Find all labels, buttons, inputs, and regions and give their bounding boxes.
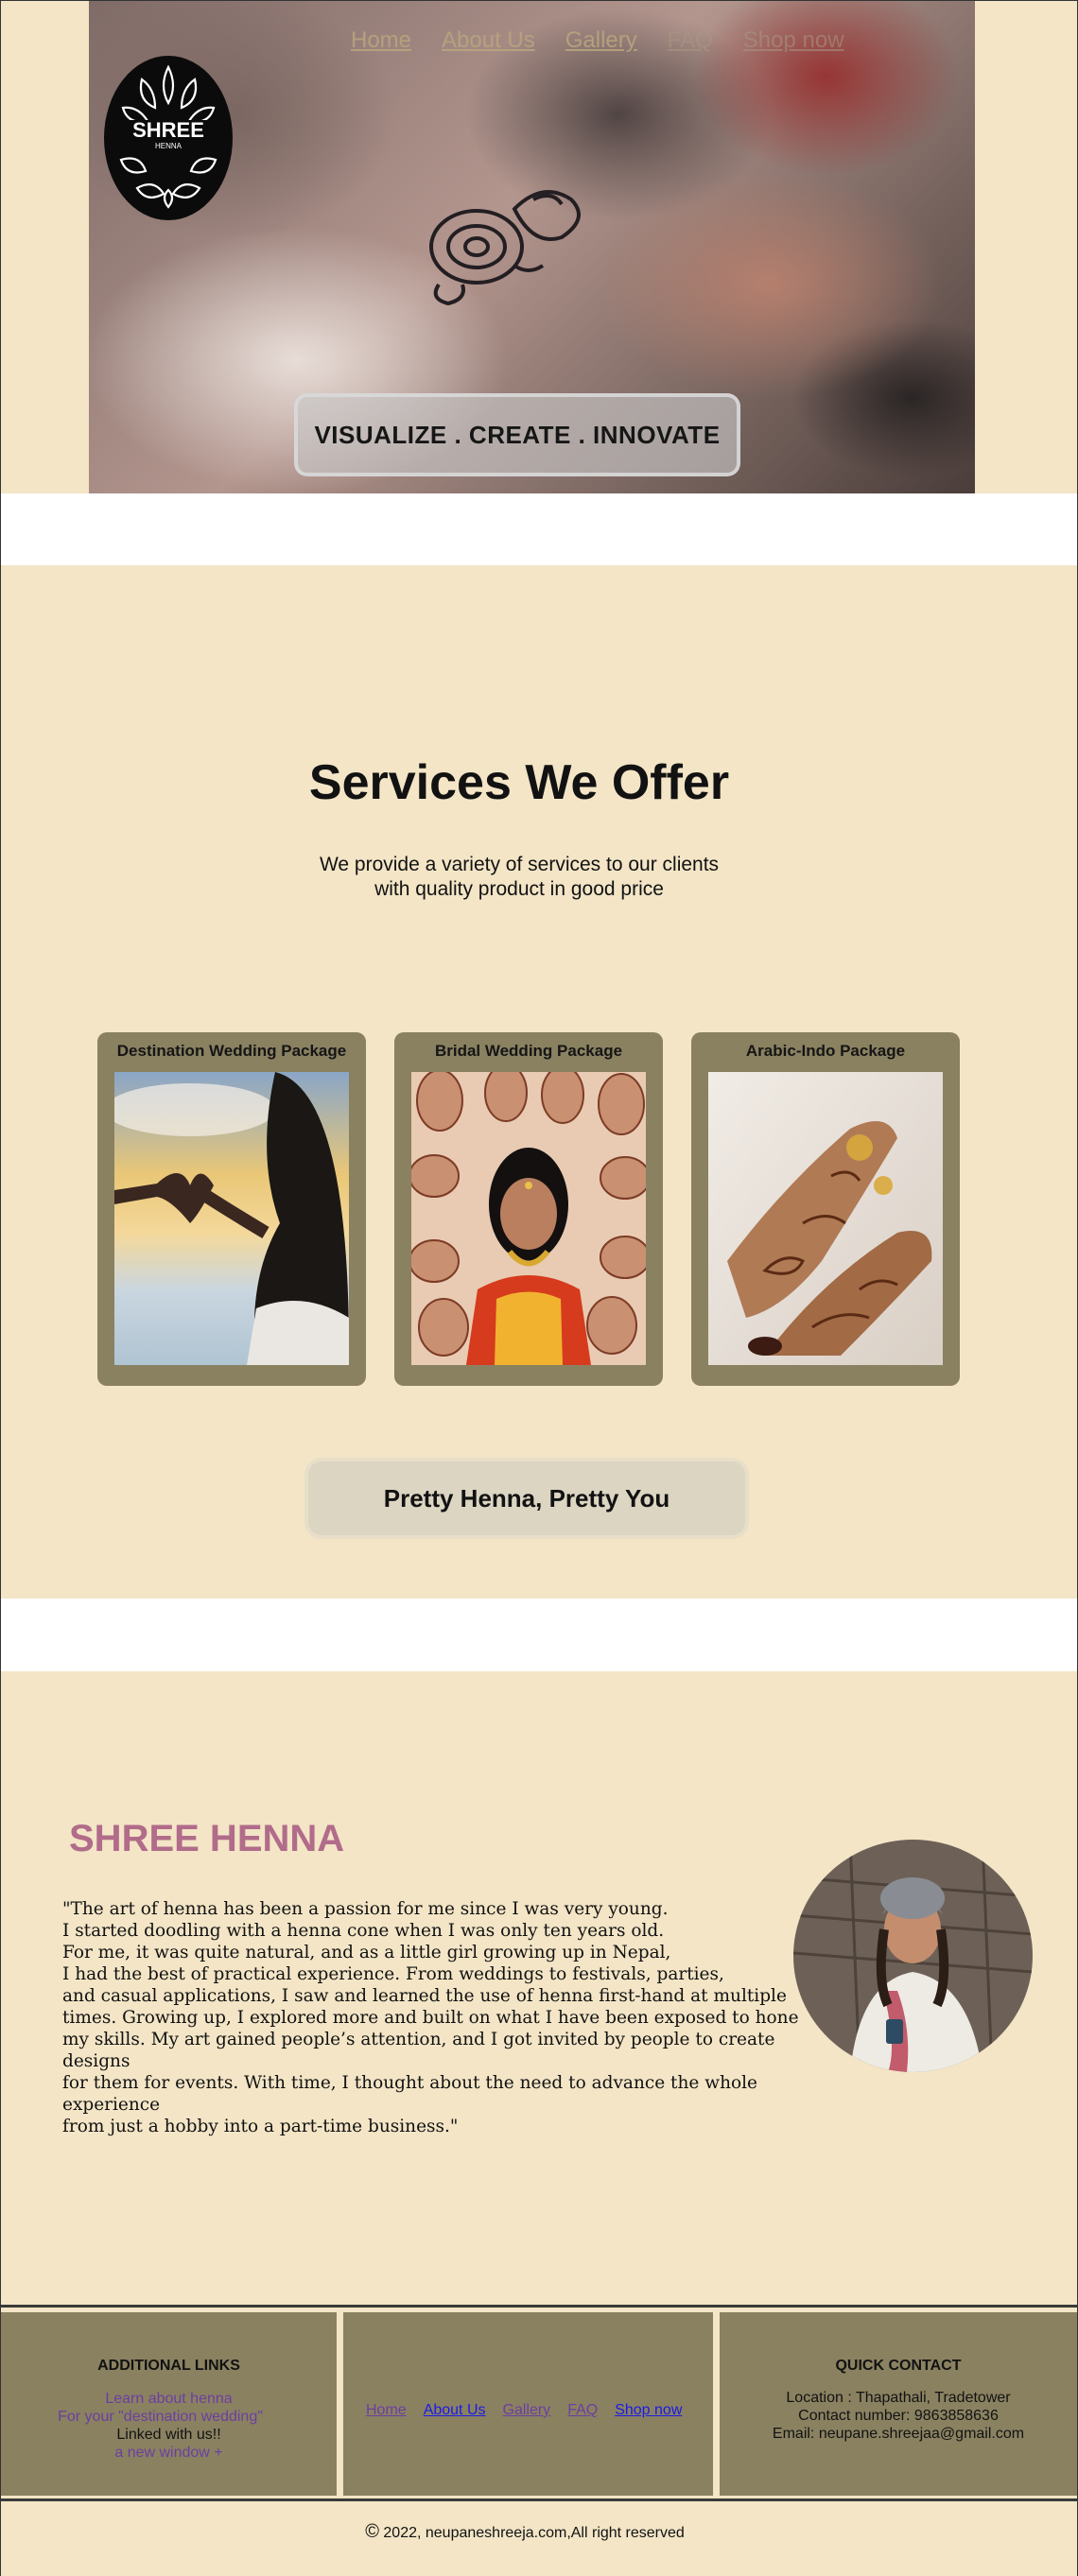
artist-avatar	[793, 1840, 1033, 2072]
tagline-banner: VISUALIZE . CREATE . INNOVATE	[294, 393, 740, 476]
contact-phone: Contact number: 9863858636	[798, 2408, 999, 2424]
hero-banner-image: SHREE HENNA Home About Us Gallery FAQ Sh…	[89, 1, 975, 493]
footer-nav: Home About Us Gallery FAQ Shop now	[343, 2312, 713, 2496]
footer-additional-links: ADDITIONAL LINKS Learn about henna For y…	[1, 2312, 337, 2496]
additional-links-list: Learn about henna For your "destination …	[1, 2390, 337, 2462]
services-section: Services We Offer We provide a variety o…	[1, 565, 1077, 1599]
additional-links-title: ADDITIONAL LINKS	[97, 2358, 240, 2374]
new-window-link[interactable]: a new window +	[1, 2444, 337, 2462]
copyright-icon: ©	[365, 2521, 379, 2542]
tagline-text: VISUALIZE . CREATE . INNOVATE	[314, 420, 721, 449]
card-title: Bridal Wedding Package	[434, 1042, 623, 1060]
card-title: Destination Wedding Package	[116, 1042, 347, 1060]
nav-gallery[interactable]: Gallery	[565, 27, 637, 54]
contact-email: Email: neupane.shreejaa@gmail.com	[772, 2426, 1025, 2442]
footer-nav-about-us[interactable]: About Us	[424, 2402, 486, 2419]
footer-quick-contact: QUICK CONTACT Location : Thapathali, Tra…	[720, 2312, 1077, 2496]
linked-with-us-text: Linked with us!!	[116, 2427, 221, 2443]
quick-contact-title: QUICK CONTACT	[835, 2358, 962, 2374]
logo-text: SHREE	[132, 118, 204, 142]
services-title: Services We Offer	[308, 755, 730, 810]
hero-section: SHREE HENNA Home About Us Gallery FAQ Sh…	[1, 1, 1077, 493]
footer-nav-gallery[interactable]: Gallery	[503, 2402, 551, 2419]
services-subtitle-line-2: with quality product in good price	[374, 878, 664, 900]
footer-nav-faq[interactable]: FAQ	[567, 2402, 598, 2419]
nav-shop-now[interactable]: Shop now	[743, 27, 844, 54]
nav-about-us[interactable]: About Us	[442, 27, 535, 54]
destination-wedding-link[interactable]: For your "destination wedding"	[1, 2408, 337, 2426]
destination-wedding-image	[114, 1072, 349, 1365]
copyright: © 2022, neupaneshreeja.com,All right res…	[1, 2521, 1049, 2543]
about-section: SHREE HENNA "The art of henna has been a…	[1, 1671, 1077, 2305]
nav-home[interactable]: Home	[351, 27, 411, 54]
copyright-text: 2022, neupaneshreeja.com,All right reser…	[383, 2525, 685, 2541]
learn-about-henna-link[interactable]: Learn about henna	[1, 2390, 337, 2408]
service-card-destination-wedding[interactable]: Destination Wedding Package	[97, 1032, 366, 1386]
services-subtitle: We provide a variety of services to our …	[1, 853, 1037, 902]
about-title: SHREE HENNA	[69, 1818, 345, 1859]
about-text: "The art of henna has been a passion for…	[62, 1899, 799, 2136]
card-title: Arabic-Indo Package	[745, 1042, 906, 1060]
services-subtitle-line-1: We provide a variety of services to our …	[319, 854, 720, 875]
bridal-wedding-image	[411, 1072, 646, 1365]
footer-nav-home[interactable]: Home	[366, 2402, 407, 2419]
slogan-text: Pretty Henna, Pretty You	[383, 1483, 670, 1513]
main-nav: Home About Us Gallery FAQ Shop now	[351, 27, 844, 54]
footer-nav-links: Home About Us Gallery FAQ Shop now	[366, 2402, 682, 2419]
contact-location: Location : Thapathali, Tradetower	[786, 2390, 1011, 2406]
nav-faq[interactable]: FAQ	[668, 27, 713, 54]
slogan-banner: Pretty Henna, Pretty You	[304, 1458, 749, 1539]
henna-pattern-graphic	[429, 190, 581, 306]
service-card-bridal-wedding[interactable]: Bridal Wedding Package	[394, 1032, 663, 1386]
footer-nav-shop-now[interactable]: Shop now	[615, 2402, 682, 2419]
footer-divider	[1, 2498, 1077, 2501]
service-card-arabic-indo[interactable]: Arabic-Indo Package	[691, 1032, 960, 1386]
footer: ADDITIONAL LINKS Learn about henna For y…	[1, 2305, 1077, 2576]
arabic-indo-image	[708, 1072, 943, 1365]
logo-subtext: HENNA	[154, 142, 182, 150]
footer-divider	[1, 2305, 1077, 2308]
quick-contact-details: Location : Thapathali, Tradetower Contac…	[720, 2389, 1077, 2443]
